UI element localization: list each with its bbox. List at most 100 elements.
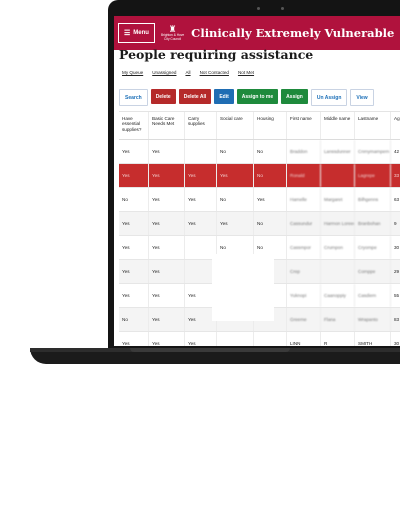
table-cell: No: [254, 140, 287, 163]
table-cell: Casdiem: [355, 284, 391, 307]
table-cell: Ronald: [287, 164, 321, 187]
table-cell: Hamelle: [287, 188, 321, 211]
table-cell: [185, 140, 217, 163]
table-cell: [254, 332, 287, 346]
table-cell: SMITH: [355, 332, 391, 346]
table-cell: Caanoppiy: [321, 284, 355, 307]
table-cell: Yes: [185, 164, 217, 187]
table-cell: Yes: [185, 188, 217, 211]
filter-not-contacted[interactable]: Not Contacted: [200, 70, 229, 75]
search-button[interactable]: Search: [119, 89, 148, 106]
filter-my-queue[interactable]: My Queue: [122, 70, 143, 75]
table-cell: Cnmymampem: [355, 140, 391, 163]
table-cell: [217, 332, 254, 346]
page-title: People requiring assistance: [119, 47, 314, 62]
table-cell: Wrapanto: [355, 308, 391, 331]
table-cell: Lanssdunner: [321, 140, 355, 163]
view-button[interactable]: View: [350, 89, 374, 106]
table-cell: Yes: [149, 188, 185, 211]
table-row[interactable]: Yes Yes Yes LINN R SMITH 30: [119, 332, 400, 346]
table-cell: Yes: [149, 164, 185, 187]
app-title: Clinically Extremely Vulnerable: [191, 26, 395, 40]
logo-line-2: City Council: [164, 36, 182, 41]
table-cell: Yes: [185, 332, 217, 346]
table-header: Have essential supplies? Basic Care Need…: [119, 112, 400, 140]
table-cell: 63: [391, 188, 400, 211]
table-cell: Cryompe: [355, 236, 391, 259]
table-cell: 29: [391, 260, 400, 283]
table-cell: [321, 260, 355, 283]
un-assign-button[interactable]: Un Assign: [310, 89, 348, 106]
table-cell: Yes: [149, 308, 185, 331]
table-cell: 42: [391, 140, 400, 163]
filter-unassigned[interactable]: Unassigned: [152, 70, 176, 75]
hamburger-icon: ☰: [124, 30, 131, 37]
table-cell: No: [217, 188, 254, 211]
table-cell: Yes: [217, 164, 254, 187]
council-logo: ♜ Brighton & Hove City Council: [161, 24, 184, 41]
table-cell: Yes: [149, 332, 185, 346]
table-cell: Cassundur: [287, 212, 321, 235]
table-cell: [321, 164, 355, 187]
table-row-selected[interactable]: Yes Yes Yes Yes No Ronald Lagrepe 33: [119, 164, 400, 188]
table-cell: Yes: [119, 236, 149, 259]
table-cell: No: [217, 140, 254, 163]
table-cell: No: [119, 188, 149, 211]
table-cell: Crumpon: [321, 236, 355, 259]
table-cell: Yuknopi: [287, 284, 321, 307]
column-header[interactable]: Middle name: [321, 112, 355, 139]
table-cell: Comppe: [355, 260, 391, 283]
column-header[interactable]: Ag: [391, 112, 400, 139]
table-cell: Yes: [119, 164, 149, 187]
table-cell: 30: [391, 332, 400, 346]
table-cell: Yes: [119, 284, 149, 307]
column-header[interactable]: Basic Care Needs Met: [149, 112, 185, 139]
table-cell: R: [321, 332, 355, 346]
delete-button[interactable]: Delete: [150, 89, 176, 104]
blank-region: [212, 254, 274, 321]
table-row[interactable]: Yes Yes Yes Yes No Cassundur Harmon Loreen Bran…: [119, 212, 400, 236]
filter-not-met[interactable]: Not Met: [238, 70, 254, 75]
table-cell: Margaret: [321, 188, 355, 211]
table-cell: 9: [391, 212, 400, 235]
action-toolbar: Search Delete Delete All Edit Assign to …: [119, 89, 374, 106]
laptop-screen: ☰ Menu ♜ Brighton & Hove City Council Cl…: [114, 16, 400, 346]
table-cell: Yes: [119, 260, 149, 283]
sensor-dot: [281, 7, 284, 10]
table-cell: 55: [391, 284, 400, 307]
laptop-base-notch: [130, 348, 290, 352]
table-cell: Flana: [321, 308, 355, 331]
table-row[interactable]: No Yes Yes No Yes Hamelle Margaret Bilhgenns 63: [119, 188, 400, 212]
camera-dot: [257, 7, 260, 10]
column-header[interactable]: Carry supplies: [185, 112, 217, 139]
table-cell: No: [119, 308, 149, 331]
column-header[interactable]: Housing: [254, 112, 287, 139]
laptop-mockup: ☰ Menu ♜ Brighton & Hove City Council Cl…: [0, 0, 400, 520]
table-cell: Yes: [119, 140, 149, 163]
table-cell: 83: [391, 308, 400, 331]
column-header[interactable]: First name: [287, 112, 321, 139]
table-cell: 33: [391, 164, 400, 187]
column-header[interactable]: Have essential supplies?: [119, 112, 149, 139]
column-header[interactable]: Social care: [217, 112, 254, 139]
table-cell: Yes: [254, 188, 287, 211]
table-cell: Yes: [119, 212, 149, 235]
menu-button[interactable]: ☰ Menu: [118, 23, 155, 43]
table-row[interactable]: Yes Yes No No Braddon Lanssdunner Cnmymampem 42: [119, 140, 400, 164]
table-cell: Yes: [149, 140, 185, 163]
table-cell: No: [254, 212, 287, 235]
assign-button[interactable]: Assign: [281, 89, 308, 104]
menu-label: Menu: [133, 30, 149, 36]
assign-to-me-button[interactable]: Assign to me: [236, 89, 279, 104]
column-header[interactable]: Lastname: [355, 112, 391, 139]
table-cell: No: [254, 164, 287, 187]
table-cell: Yes: [149, 236, 185, 259]
filter-all[interactable]: All: [185, 70, 190, 75]
table-cell: Yes: [119, 332, 149, 346]
table-cell: Crep: [287, 260, 321, 283]
delete-all-button[interactable]: Delete All: [178, 89, 212, 104]
table-cell: Yes: [149, 260, 185, 283]
table-cell: Harmon Loreen: [321, 212, 355, 235]
edit-button[interactable]: Edit: [214, 89, 234, 104]
table-cell: Lagrepe: [355, 164, 391, 187]
